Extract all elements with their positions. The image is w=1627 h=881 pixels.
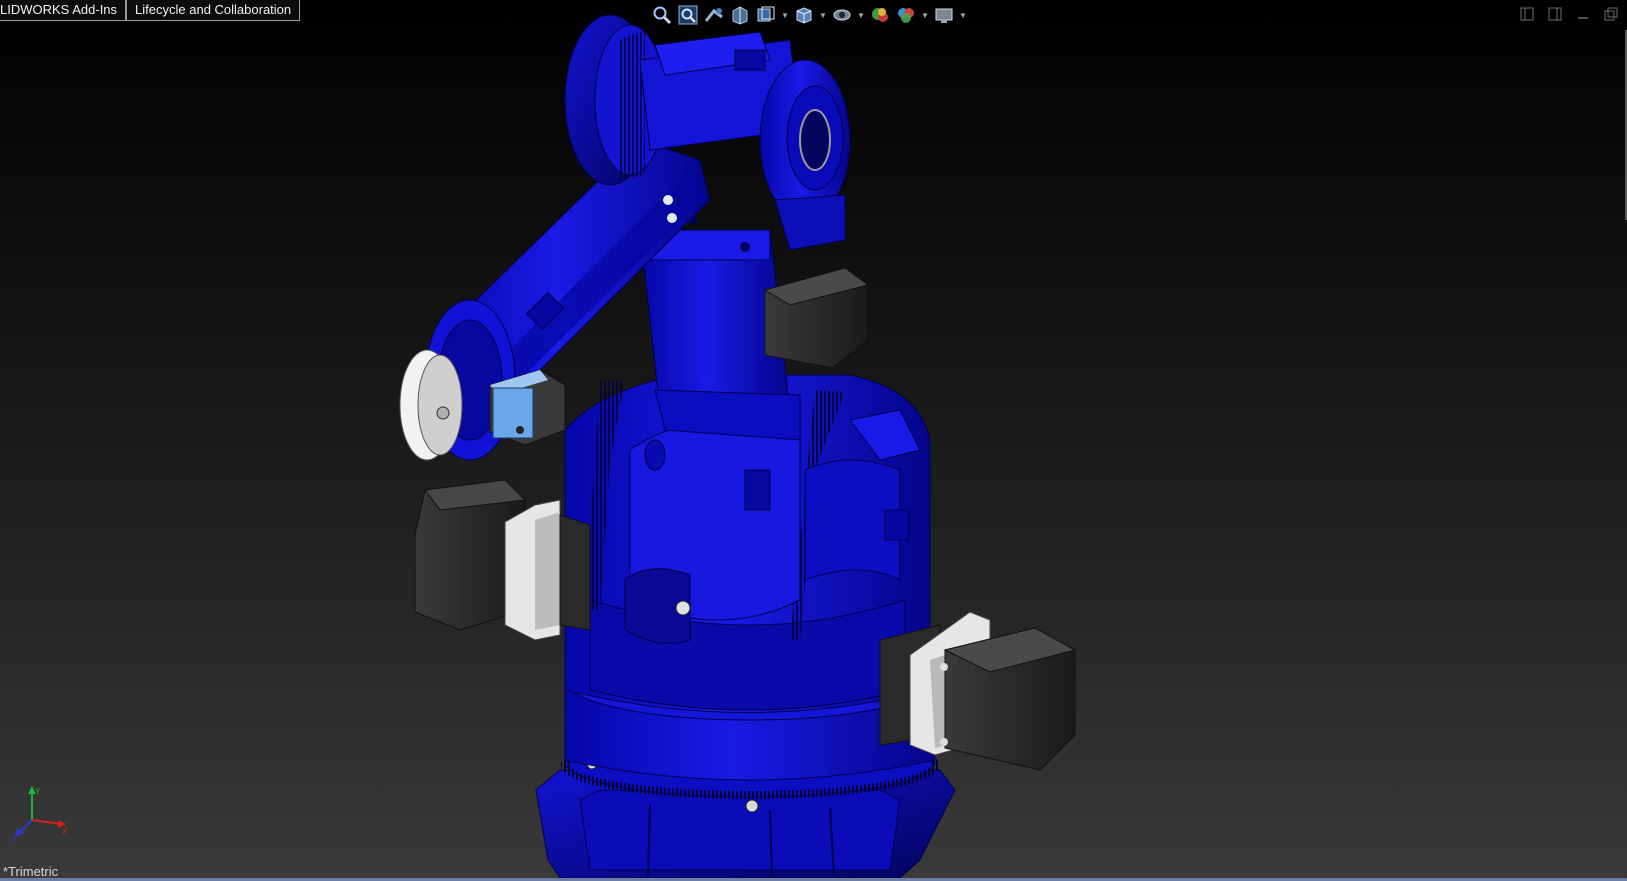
restore-icon[interactable]	[1603, 6, 1619, 22]
wrist-servo	[489, 369, 566, 446]
zoom-to-fit-icon[interactable]	[651, 4, 673, 26]
svg-text:Z: Z	[12, 835, 17, 844]
chevron-down-icon[interactable]: ▼	[959, 4, 967, 26]
stepper-motor-left	[414, 479, 591, 641]
minimize-icon[interactable]	[1575, 6, 1591, 22]
hide-show-items-icon[interactable]	[869, 4, 891, 26]
display-style-icon[interactable]	[831, 4, 853, 26]
chevron-down-icon[interactable]: ▼	[857, 4, 865, 26]
tile-left-icon[interactable]	[1519, 6, 1535, 22]
tab-lifecycle-collaboration[interactable]: Lifecycle and Collaboration	[126, 0, 301, 21]
zoom-to-area-icon[interactable]	[677, 4, 699, 26]
stepper-motor-shoulder	[763, 267, 870, 369]
dynamic-annotation-views-icon[interactable]	[755, 4, 777, 26]
window-controls	[1519, 6, 1619, 22]
wrist-pulley	[399, 349, 463, 461]
view-orientation-icon[interactable]	[793, 4, 815, 26]
chevron-down-icon[interactable]: ▼	[819, 4, 827, 26]
chevron-down-icon[interactable]: ▼	[781, 4, 789, 26]
svg-text:X: X	[62, 827, 68, 836]
tab-solidworks-add-ins[interactable]: LIDWORKS Add-Ins	[0, 0, 127, 21]
command-manager-tabs: LIDWORKS Add-Ins Lifecycle and Collabora…	[0, 0, 301, 22]
heads-up-view-toolbar: ▼ ▼ ▼ ▼ ▼	[651, 4, 967, 26]
previous-view-icon[interactable]	[703, 4, 725, 26]
tile-right-icon[interactable]	[1547, 6, 1563, 22]
view-settings-icon[interactable]	[933, 4, 955, 26]
reference-triad: Y X Z	[8, 782, 72, 844]
graphics-area[interactable]: LIDWORKS Add-Ins Lifecycle and Collabora…	[0, 0, 1627, 881]
svg-text:Y: Y	[35, 787, 41, 796]
view-orientation-label: *Trimetric	[3, 864, 59, 879]
chevron-down-icon[interactable]: ▼	[921, 4, 929, 26]
section-view-icon[interactable]	[729, 4, 751, 26]
robot-arm-model[interactable]	[0, 0, 1627, 881]
edit-appearance-icon[interactable]	[895, 4, 917, 26]
